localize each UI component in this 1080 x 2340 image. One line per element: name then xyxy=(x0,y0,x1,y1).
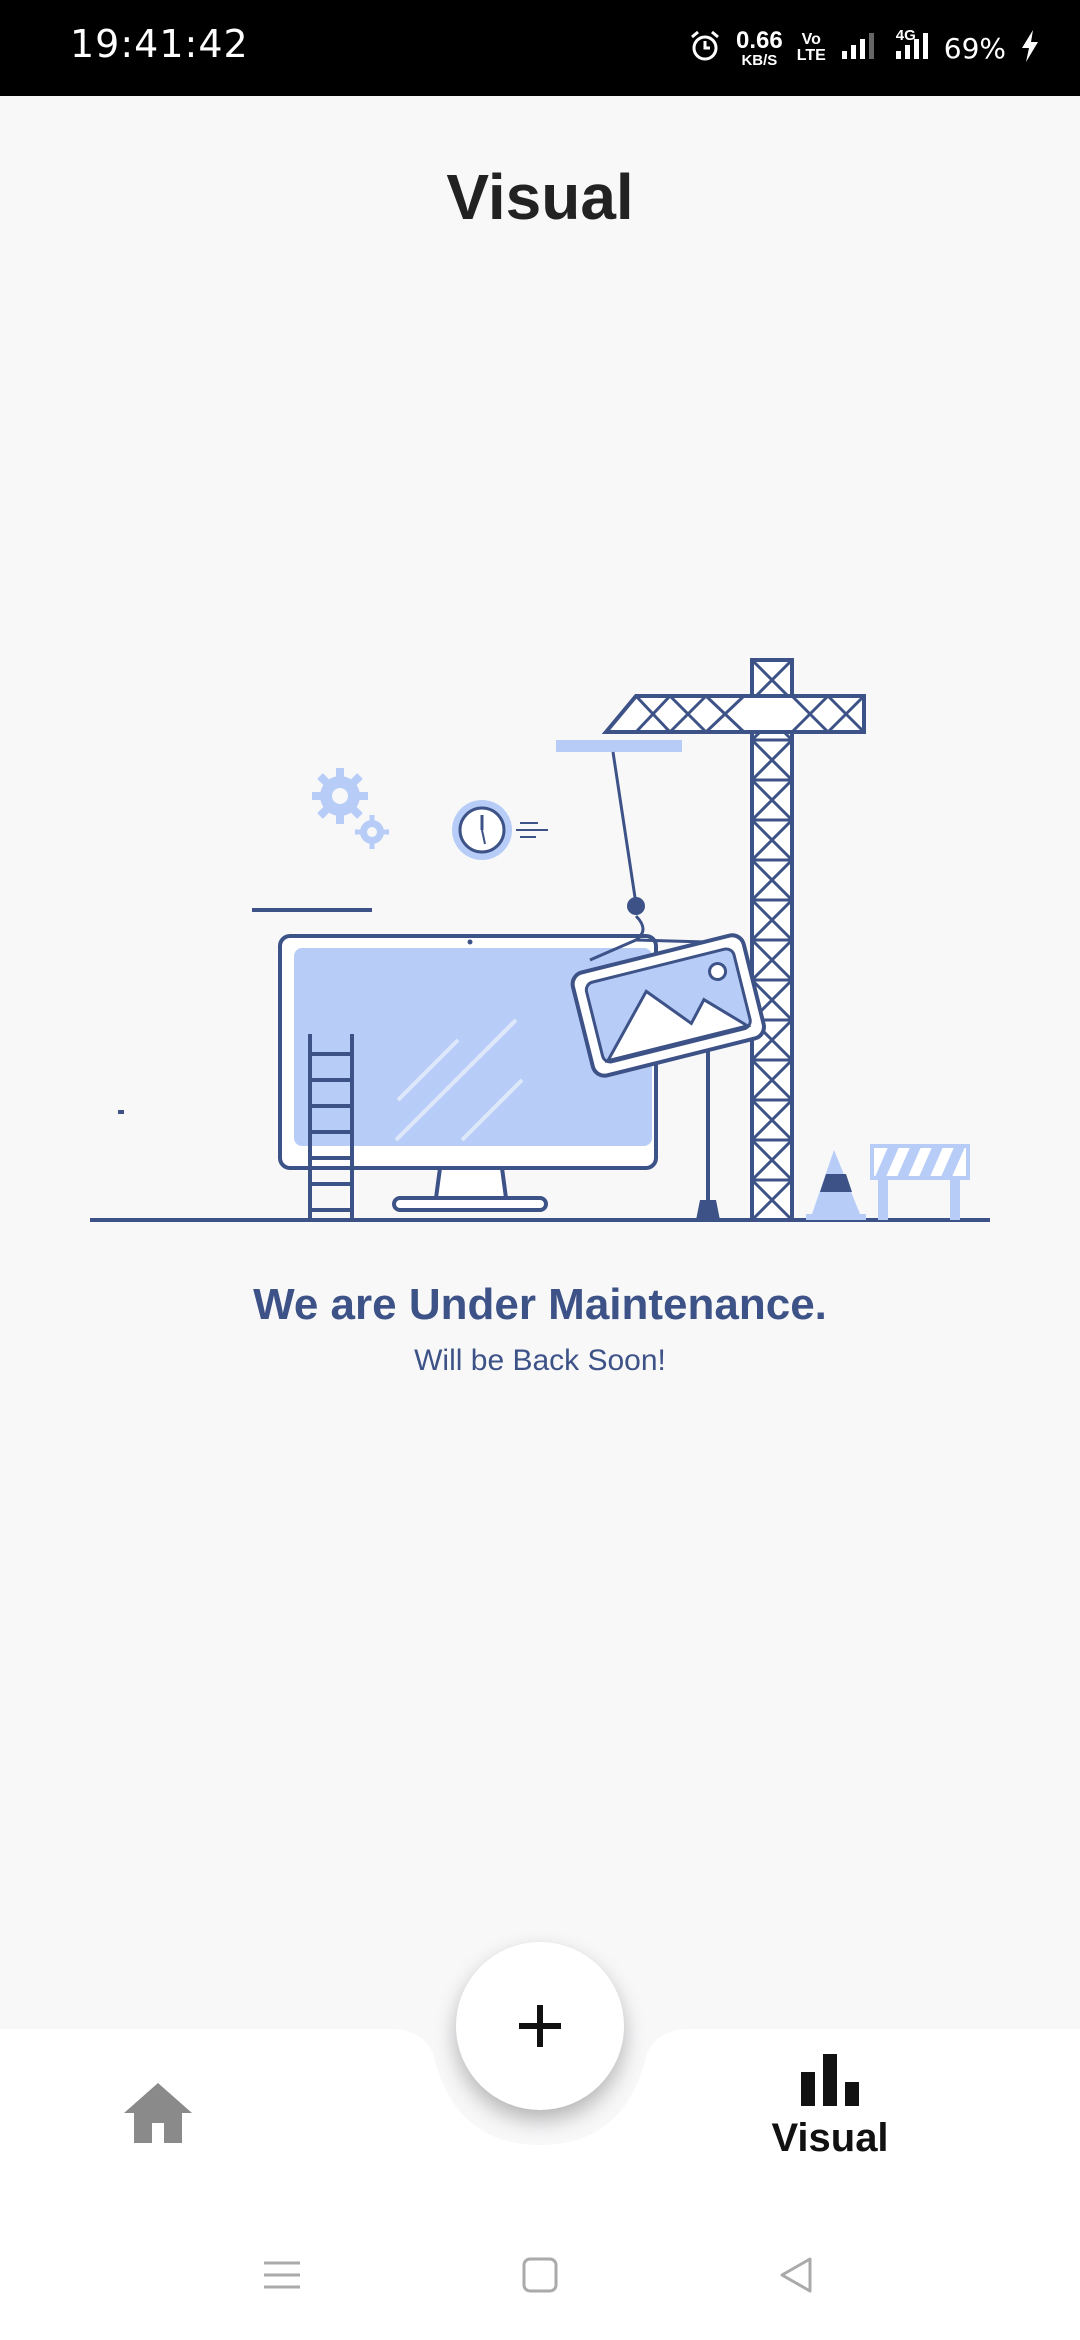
volte-indicator: Vo LTE xyxy=(797,32,826,64)
network-type: 4G xyxy=(895,26,916,44)
alarm-icon xyxy=(688,29,722,68)
nav-home[interactable] xyxy=(118,2077,198,2147)
traffic-cone-graphic xyxy=(806,1150,866,1220)
charging-icon xyxy=(1020,29,1040,68)
maintenance-illustration xyxy=(90,658,990,1222)
home-icon xyxy=(124,2083,192,2143)
status-icons: 0.66 KB/S Vo LTE 4G 69% xyxy=(688,0,1040,96)
gear-icon xyxy=(312,768,389,849)
nav-visual[interactable]: Visual xyxy=(740,2050,920,2200)
volte-top: Vo xyxy=(801,31,821,48)
bar-chart-icon xyxy=(801,2054,859,2106)
barrier-graphic xyxy=(870,1143,970,1220)
net-speed: 0.66 KB/S xyxy=(736,26,783,69)
back-icon[interactable] xyxy=(776,2255,816,2295)
system-nav-bar xyxy=(0,2225,1080,2340)
battery-level: 69% xyxy=(943,31,1006,65)
net-speed-unit: KB/S xyxy=(741,51,778,69)
signal-icon-2: 4G xyxy=(890,27,930,66)
screen: 19:41:42 0.66 KB/S Vo LTE 4G 69% Visual … xyxy=(0,0,1080,2340)
status-time: 19:41:42 xyxy=(70,22,249,66)
volte-bottom: LTE xyxy=(796,47,826,64)
home-square-icon[interactable] xyxy=(520,2255,560,2295)
maintenance-title: We are Under Maintenance. xyxy=(253,1280,827,1329)
clock-icon xyxy=(452,800,548,860)
plus-icon xyxy=(519,2005,561,2047)
status-bar: 19:41:42 0.66 KB/S Vo LTE 4G 69% xyxy=(0,0,1080,96)
menu-icon[interactable] xyxy=(262,2255,302,2295)
maintenance-subtitle: Will be Back Soon! xyxy=(414,1344,666,1377)
nav-visual-label: Visual xyxy=(771,2116,889,2160)
add-button[interactable] xyxy=(456,1942,624,2110)
page-title: Visual xyxy=(446,161,634,233)
signal-icon-1 xyxy=(840,31,876,66)
net-speed-value: 0.66 xyxy=(736,26,783,54)
